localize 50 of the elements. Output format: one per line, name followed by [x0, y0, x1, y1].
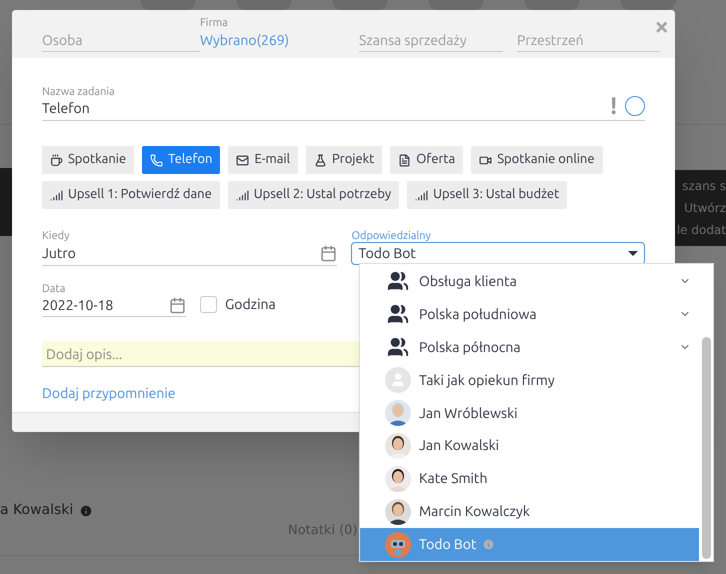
dropdown-option[interactable]: Jan Kowalski	[360, 429, 699, 462]
calendar-icon[interactable]	[169, 297, 186, 314]
task-type-button[interactable]: Oferta	[390, 146, 464, 174]
done-toggle[interactable]	[625, 96, 645, 116]
camera-icon	[479, 154, 492, 166]
signal-bars-icon	[50, 188, 63, 202]
document-icon	[398, 154, 412, 166]
task-type-button[interactable]: Spotkanie	[42, 146, 134, 174]
robot-icon	[385, 532, 411, 558]
notice-text: Utwórz	[684, 200, 726, 217]
task-type-button[interactable]: Telefon	[142, 146, 220, 174]
field-label: Data	[42, 283, 66, 295]
task-type-button[interactable]: Upsell 1: Potwierdź dane	[42, 181, 220, 209]
date-field[interactable]: 2022-10-18	[42, 295, 186, 317]
task-type-button[interactable]: Upsell 2: Ustal potrzeby	[228, 181, 400, 209]
notice-bar	[0, 168, 12, 236]
user-placeholder-icon	[385, 367, 411, 394]
notice-text: le dodat	[676, 222, 726, 239]
task-type-button[interactable]: Spotkanie online	[471, 146, 602, 174]
task-name-field[interactable]: Telefon	[42, 98, 610, 118]
cup-icon	[50, 154, 63, 166]
group-icon	[385, 303, 411, 326]
caret-icon	[628, 251, 638, 256]
field-label: Odpowiedzialny	[351, 230, 432, 242]
task-type-button[interactable]: Projekt	[306, 146, 382, 174]
task-type-button[interactable]: E-mail	[228, 146, 298, 174]
signal-bars-icon	[415, 188, 428, 202]
dropdown-option[interactable]: Jan Wróblewski	[360, 396, 699, 430]
when-field[interactable]: Jutro	[42, 242, 338, 266]
flask-icon	[314, 154, 327, 166]
dropdown-option[interactable]: Marcin Kowalczyk	[360, 495, 699, 528]
signal-bars-icon	[236, 188, 249, 202]
group-icon	[385, 336, 411, 358]
envelope-icon	[236, 154, 250, 166]
dropdown-option[interactable]: Polska południowa	[360, 298, 699, 331]
dropdown-option[interactable]: Kate Smith	[360, 462, 699, 496]
field-label: Kiedy	[42, 230, 70, 242]
time-checkbox[interactable]	[200, 296, 217, 313]
calendar-icon[interactable]	[320, 245, 338, 262]
group-icon	[385, 270, 411, 292]
checkbox-label: Godzina	[225, 295, 276, 314]
field-label: Nazwa zadania	[42, 86, 116, 98]
scrollbar-thumb[interactable]	[702, 337, 710, 559]
info-icon[interactable]	[79, 504, 94, 518]
notice-text: szans s	[682, 178, 726, 195]
dropdown-option[interactable]: Obsługa klienta	[360, 265, 699, 298]
task-type-button[interactable]: Upsell 3: Ustal budżet	[407, 181, 568, 209]
contact-name: a Kowalski	[0, 501, 74, 520]
field-label: Firma	[200, 17, 229, 30]
phone-icon	[150, 154, 164, 166]
